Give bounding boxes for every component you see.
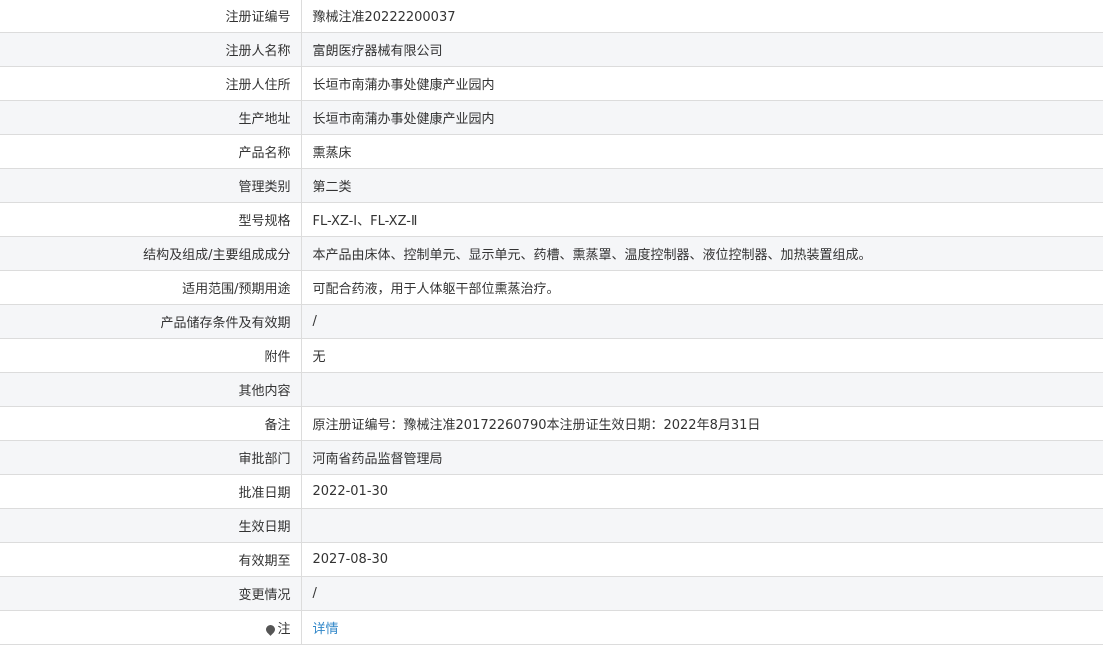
table-row: 有效期至 2027-08-30: [0, 542, 1103, 577]
table-row: 批准日期 2022-01-30: [0, 474, 1103, 509]
details-link[interactable]: 详情: [313, 622, 339, 637]
field-label-production-address: 生产地址: [0, 100, 302, 135]
field-value-production-address: 长垣市南蒲办事处健康产业园内: [301, 100, 1103, 135]
field-value-approval-department: 河南省药品监督管理局: [301, 440, 1103, 475]
field-value-model-spec: FL-XZ-Ⅰ、FL-XZ-Ⅱ: [301, 202, 1103, 237]
field-label-storage-validity: 产品储存条件及有效期: [0, 304, 302, 339]
field-label-change-status: 变更情况: [0, 576, 302, 611]
table-row: 其他内容: [0, 372, 1103, 407]
field-value-registrant-address: 长垣市南蒲办事处健康产业园内: [301, 66, 1103, 101]
field-value-change-status: /: [301, 576, 1103, 611]
field-label-management-class: 管理类别: [0, 168, 302, 203]
table-row: 产品名称 熏蒸床: [0, 134, 1103, 169]
field-value-registration-number: 豫械注准20222200037: [301, 0, 1103, 33]
field-label-approval-date: 批准日期: [0, 474, 302, 509]
field-value-intended-use: 可配合药液，用于人体躯干部位熏蒸治疗。: [301, 270, 1103, 305]
field-value-remarks: 原注册证编号：豫械注准20172260790本注册证生效日期：2022年8月31…: [301, 406, 1103, 441]
field-value-management-class: 第二类: [301, 168, 1103, 203]
table-row: 备注 原注册证编号：豫械注准20172260790本注册证生效日期：2022年8…: [0, 406, 1103, 441]
field-label-remarks: 备注: [0, 406, 302, 441]
table-row: 结构及组成/主要组成成分 本产品由床体、控制单元、显示单元、药槽、熏蒸罩、温度控…: [0, 236, 1103, 271]
table-row: 生效日期: [0, 508, 1103, 543]
field-label-registration-number: 注册证编号: [0, 0, 302, 33]
field-label-registrant-name: 注册人名称: [0, 32, 302, 67]
registration-detail-table: 注册证编号 豫械注准20222200037 注册人名称 富朗医疗器械有限公司 注…: [0, 0, 1103, 645]
field-value-approval-date: 2022-01-30: [301, 474, 1103, 509]
field-label-attachment: 附件: [0, 338, 302, 373]
field-label-registrant-address: 注册人住所: [0, 66, 302, 101]
field-label-other-content: 其他内容: [0, 372, 302, 407]
table-row: 生产地址 长垣市南蒲办事处健康产业园内: [0, 100, 1103, 135]
field-label-note: 注: [0, 610, 302, 645]
table-row: 审批部门 河南省药品监督管理局: [0, 440, 1103, 475]
pin-icon: [264, 622, 278, 636]
field-value-product-name: 熏蒸床: [301, 134, 1103, 169]
field-label-valid-until: 有效期至: [0, 542, 302, 577]
field-value-structure-composition: 本产品由床体、控制单元、显示单元、药槽、熏蒸罩、温度控制器、液位控制器、加热装置…: [301, 236, 1103, 271]
table-row: 适用范围/预期用途 可配合药液，用于人体躯干部位熏蒸治疗。: [0, 270, 1103, 305]
detail-table-body: 注册证编号 豫械注准20222200037 注册人名称 富朗医疗器械有限公司 注…: [0, 0, 1103, 645]
table-row-note: 注 详情: [0, 610, 1103, 645]
table-row: 管理类别 第二类: [0, 168, 1103, 203]
table-row: 注册人名称 富朗医疗器械有限公司: [0, 32, 1103, 67]
field-label-product-name: 产品名称: [0, 134, 302, 169]
field-value-other-content: [301, 372, 1103, 407]
field-label-effective-date: 生效日期: [0, 508, 302, 543]
field-value-valid-until: 2027-08-30: [301, 542, 1103, 577]
note-label-text: 注: [277, 621, 291, 637]
field-label-model-spec: 型号规格: [0, 202, 302, 237]
field-value-storage-validity: /: [301, 304, 1103, 339]
table-row: 产品储存条件及有效期 /: [0, 304, 1103, 339]
table-row: 注册人住所 长垣市南蒲办事处健康产业园内: [0, 66, 1103, 101]
field-value-effective-date: [301, 508, 1103, 543]
table-row: 变更情况 /: [0, 576, 1103, 611]
table-row: 注册证编号 豫械注准20222200037: [0, 0, 1103, 33]
field-value-registrant-name: 富朗医疗器械有限公司: [301, 32, 1103, 67]
field-label-structure-composition: 结构及组成/主要组成成分: [0, 236, 302, 271]
table-row: 型号规格 FL-XZ-Ⅰ、FL-XZ-Ⅱ: [0, 202, 1103, 237]
field-value-attachment: 无: [301, 338, 1103, 373]
field-label-intended-use: 适用范围/预期用途: [0, 270, 302, 305]
field-value-note: 详情: [301, 610, 1103, 645]
field-label-approval-department: 审批部门: [0, 440, 302, 475]
table-row: 附件 无: [0, 338, 1103, 373]
